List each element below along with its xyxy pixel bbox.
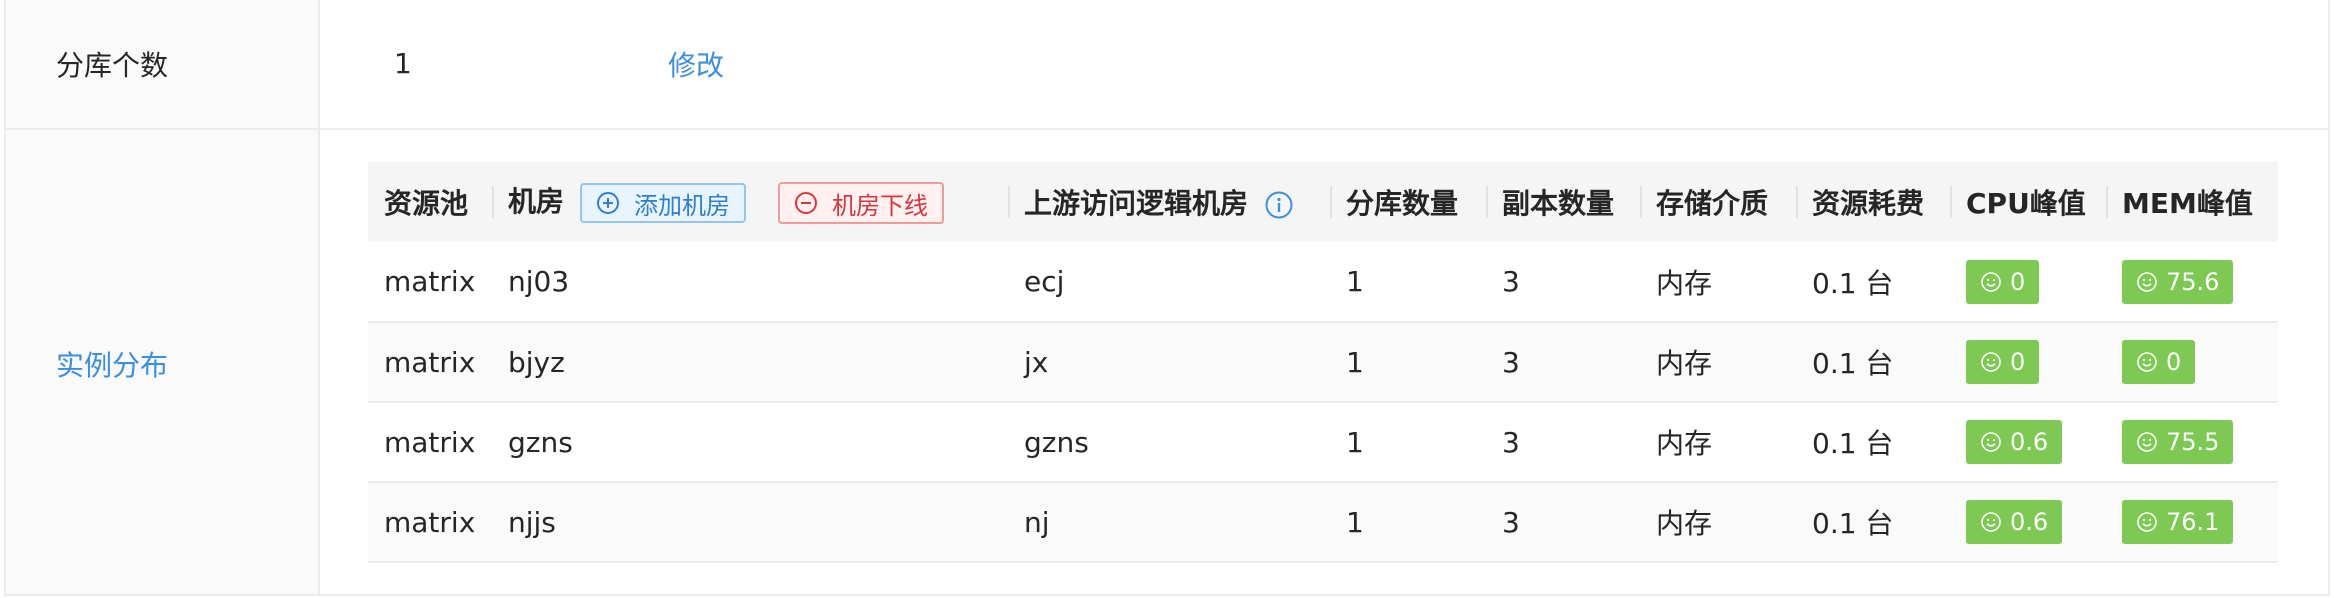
- cell-storage: 内存: [1640, 482, 1796, 563]
- header-room-label: 机房: [508, 185, 565, 218]
- cpu-peak-badge: 0: [1966, 259, 2040, 304]
- smile-icon: [2137, 512, 2157, 532]
- cell-shards: 1: [1330, 402, 1486, 483]
- cell-pool: matrix: [368, 482, 492, 563]
- cell-replicas: 3: [1486, 242, 1640, 323]
- cell-cost: 0.1 台: [1796, 242, 1950, 323]
- cell-pool: matrix: [368, 322, 492, 403]
- shard-count-label: 分库个数: [56, 49, 169, 82]
- cell-replicas: 3: [1486, 482, 1640, 563]
- header-replica-num: 副本数量: [1486, 162, 1640, 242]
- mem-peak-badge: 0: [2122, 340, 2196, 384]
- header-mem-peak: MEM峰值: [2106, 162, 2278, 242]
- table-row: matrix gzns gzns 1 3 内存 0.1 台 0.6 75.5: [368, 402, 2278, 483]
- cell-cpu: 0: [1950, 242, 2106, 323]
- cell-pool: matrix: [368, 242, 492, 323]
- smile-icon: [1981, 352, 2001, 372]
- smile-icon: [1981, 271, 2001, 292]
- cell-room: njjs: [492, 482, 1008, 563]
- edit-shard-count-link[interactable]: 修改: [668, 44, 724, 84]
- cell-replicas: 3: [1486, 402, 1640, 483]
- table-row: matrix nj03 ecj 1 3 内存 0.1 台 0 75.6: [368, 242, 2278, 323]
- mem-peak-badge: 75.5: [2122, 420, 2234, 464]
- cell-mem: 75.6: [2106, 242, 2278, 323]
- header-room: 机房 添加机房 机房下线: [492, 162, 1008, 242]
- minus-circle-icon: [795, 192, 818, 214]
- label-cell: 分库个数: [6, 0, 320, 128]
- cell-storage: 内存: [1640, 322, 1796, 403]
- cell-mem: 76.1: [2106, 482, 2278, 563]
- smile-icon: [2137, 271, 2157, 292]
- cpu-peak-badge: 0.6: [1966, 420, 2063, 464]
- cell-replicas: 3: [1486, 322, 1640, 403]
- instance-distribution-label[interactable]: 实例分布: [56, 344, 168, 384]
- cell-cpu: 0: [1950, 322, 2106, 403]
- header-shard-num: 分库数量: [1330, 162, 1486, 242]
- add-room-button[interactable]: 添加机房: [580, 183, 747, 223]
- add-room-label: 添加机房: [634, 191, 731, 220]
- cell-mem: 75.5: [2106, 402, 2278, 483]
- instance-distribution-row: 实例分布 资源池 机房 添加机房 机房下线 上游访问逻辑机房 分库数量 副本数量…: [6, 130, 2328, 594]
- smile-icon: [1981, 512, 2001, 532]
- offline-room-label: 机房下线: [832, 191, 929, 220]
- mem-peak-badge: 76.1: [2122, 500, 2234, 544]
- smile-icon: [1981, 432, 2001, 452]
- info-circle-icon[interactable]: [1264, 190, 1294, 220]
- cell-cost: 0.1 台: [1796, 482, 1950, 563]
- plus-circle-icon: [597, 192, 620, 214]
- cell-room: nj03: [492, 242, 1008, 323]
- cell-storage: 内存: [1640, 242, 1796, 323]
- cell-storage: 内存: [1640, 402, 1796, 483]
- cell-upstream: gzns: [1008, 402, 1330, 483]
- header-cpu-peak: CPU峰值: [1950, 162, 2106, 242]
- shard-count-row: 分库个数 1 修改: [6, 0, 2328, 130]
- smile-icon: [2137, 432, 2157, 452]
- cell-room: gzns: [492, 402, 1008, 483]
- table-header-row: 资源池 机房 添加机房 机房下线 上游访问逻辑机房 分库数量 副本数量 存储介质…: [368, 162, 2278, 242]
- cell-upstream: jx: [1008, 322, 1330, 403]
- cell-upstream: nj: [1008, 482, 1330, 563]
- header-storage: 存储介质: [1640, 162, 1796, 242]
- cell-cost: 0.1 台: [1796, 402, 1950, 483]
- cell-cpu: 0.6: [1950, 402, 2106, 483]
- table-row: matrix njjs nj 1 3 内存 0.1 台 0.6 76.1: [368, 482, 2278, 563]
- smile-icon: [2137, 352, 2157, 372]
- cell-shards: 1: [1330, 242, 1486, 323]
- cell-cpu: 0.6: [1950, 482, 2106, 563]
- cell-mem: 0: [2106, 322, 2278, 403]
- instance-table: 资源池 机房 添加机房 机房下线 上游访问逻辑机房 分库数量 副本数量 存储介质…: [368, 162, 2278, 563]
- label-cell: 实例分布: [6, 130, 320, 594]
- shard-count-value: 1: [394, 47, 412, 80]
- cell-room: bjyz: [492, 322, 1008, 403]
- cpu-peak-badge: 0: [1966, 340, 2040, 384]
- cell-shards: 1: [1330, 482, 1486, 563]
- cell-shards: 1: [1330, 322, 1486, 403]
- cell-pool: matrix: [368, 402, 492, 483]
- header-upstream-room: 上游访问逻辑机房: [1008, 162, 1330, 242]
- mem-peak-badge: 75.6: [2122, 259, 2234, 304]
- detail-panel: 分库个数 1 修改 实例分布 资源池 机房 添加机房 机房下线 上游访问逻辑机房…: [4, 0, 2330, 596]
- offline-room-button[interactable]: 机房下线: [778, 182, 945, 224]
- header-cost: 资源耗费: [1796, 162, 1950, 242]
- cell-upstream: ecj: [1008, 242, 1330, 323]
- table-row: matrix bjyz jx 1 3 内存 0.1 台 0 0: [368, 322, 2278, 403]
- cell-cost: 0.1 台: [1796, 322, 1950, 403]
- header-pool: 资源池: [368, 162, 492, 242]
- cpu-peak-badge: 0.6: [1966, 500, 2063, 544]
